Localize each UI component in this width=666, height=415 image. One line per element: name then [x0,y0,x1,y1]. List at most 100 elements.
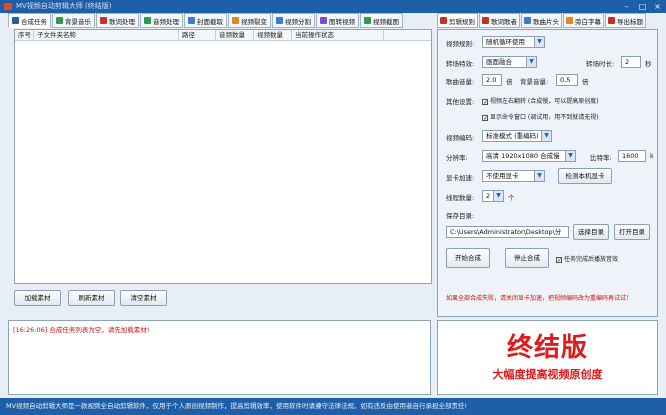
tab-8[interactable]: 图转视频 [316,13,359,28]
tab-6[interactable]: 视频裂变 [228,13,271,28]
settings-tab-label: 歌词歌者 [491,17,517,26]
export-icon [608,17,615,24]
log-panel: [16:26:06] 合成任务列表为空，请先加载素材! [8,320,431,395]
tab-label: 视频裂变 [241,17,267,26]
tab-2[interactable]: 背景音乐 [52,13,95,28]
play-icon [12,17,19,24]
checkbox-icon: ✓ [482,114,489,122]
split-icon [276,17,283,24]
bg-volume-input[interactable]: 0.5 [556,74,578,86]
task-table[interactable]: 序号 子文件夹名称 路径 音频数量 视频数量 当前操作状态 [14,29,432,284]
encoding-value: 标准模式 (重编码) [486,132,539,140]
gpu-warning-text: 如果全部合成失败，请关闭显卡加速，把视频编码改为重编码再试试！ [446,295,633,302]
bg-volume-unit: 倍 [582,78,589,86]
tab-label: 音频处理 [153,17,179,26]
maximize-icon[interactable]: □ [635,0,650,13]
gpu-select[interactable]: 不使用显卡 ▼ [482,170,545,182]
screenshot-icon [364,17,371,24]
tab-5[interactable]: 封面截取 [184,13,227,28]
song-volume-label: 歌曲音量: [446,78,475,86]
transition-select[interactable]: 画面融合 ▼ [482,56,537,68]
mirror-option-label: 视频左右翻转 (合成慢，可以提高原创度) [490,98,599,105]
clip-rule-label: 视频规则: [446,40,475,48]
clear-material-button[interactable]: 清空素材 [120,290,167,306]
checkbox-icon: ✓ [482,98,489,106]
settings-tab-label: 旁白字幕 [575,17,601,26]
play-sound-checkbox[interactable]: ✓ 任务完成后播放音效 [556,254,618,263]
tab-7[interactable]: 视频分割 [272,13,315,28]
app-icon [4,3,12,10]
song-volume-unit: 倍 [506,78,513,86]
close-icon[interactable]: × [650,0,665,13]
intro-icon [524,17,531,24]
encoding-select[interactable]: 标准模式 (重编码) ▼ [482,130,552,142]
tab-4[interactable]: 音频处理 [140,13,183,28]
refresh-material-button[interactable]: 刷新素材 [68,290,115,306]
music-icon [56,17,63,24]
load-material-button[interactable]: 加载素材 [14,290,61,306]
resolution-select[interactable]: 高清 1920x1080 合成慢 ▼ [482,150,576,162]
window-title: MV视频自动剪辑大师 (终结版) [16,2,112,10]
open-dir-button[interactable]: 打开目录 [614,224,650,240]
lyrics-icon [100,17,107,24]
rule-icon [440,17,447,24]
transition-duration-label: 转场时长: [586,60,615,68]
table-header: 序号 子文件夹名称 路径 音频数量 视频数量 当前操作状态 [15,30,431,41]
settings-tab-label: 导出标题 [617,17,643,26]
column-header[interactable]: 序号 [15,30,34,40]
status-text: MV视频自动剪辑大师是一款视频全自动剪辑软件，仅用于个人原创视频制作，提高剪辑效… [6,402,468,410]
bg-volume-label: 背景音量: [520,78,549,86]
threads-unit: 个 [508,194,515,202]
main-toolbar: 合成任务 背景音乐 歌词处理 音频处理 封面截取 视频裂变 视频分割 图转视频 视频截图 [8,13,432,29]
bitrate-label: 比特率: [590,154,612,162]
settings-tabs: 剪辑规则 歌词歌者 歌曲片头 旁白字幕 导出标题 [437,13,658,29]
transition-duration-input[interactable]: 2 [621,56,641,68]
gpu-value: 不使用显卡 [486,172,519,180]
clip-rule-select[interactable]: 随机循环使用 ▼ [482,36,545,48]
chevron-down-icon: ▼ [526,57,536,67]
settings-tab-3[interactable]: 歌曲片头 [521,13,562,28]
choose-dir-button[interactable]: 选择目录 [573,224,609,240]
mirror-checkbox[interactable]: ✓ 视频左右翻转 (合成慢，可以提高原创度) [482,96,599,105]
image-icon [320,17,327,24]
window-titlebar: MV视频自动剪辑大师 (终结版) – □ × [0,0,666,13]
cover-icon [188,17,195,24]
threads-label: 线程数量: [446,194,475,202]
settings-panel: 视频规则: 随机循环使用 ▼ 转场特效: 画面融合 ▼ 转场时长: 2 秒 歌曲音量… [437,29,658,317]
tab-label: 封面截取 [197,17,223,26]
cmd-window-checkbox[interactable]: ✓ 显示命令窗口 (调试用，用不到就请无视) [482,112,599,121]
resolution-label: 分辨率: [446,154,468,162]
chevron-down-icon: ▼ [541,131,551,141]
settings-tab-1[interactable]: 剪辑规则 [437,13,478,28]
tab-9[interactable]: 视频截图 [360,13,403,28]
subtitle-icon [566,17,573,24]
check-gpu-button[interactable]: 检测本机显卡 [558,168,612,184]
play-sound-label: 任务完成后播放音效 [564,256,619,263]
start-compose-button[interactable]: 开始合成 [446,248,490,268]
promo-subtitle: 大幅度提高视频原创度 [492,368,603,381]
column-header[interactable]: 音频数量 [216,30,254,40]
save-dir-input[interactable]: C:\Users\Administrator\Desktop\分 [446,226,569,238]
transition-duration-unit: 秒 [645,60,652,68]
lyrics-icon [482,17,489,24]
settings-tab-5[interactable]: 导出标题 [605,13,646,28]
tab-3[interactable]: 歌词处理 [96,13,139,28]
stop-compose-button[interactable]: 停止合成 [505,248,549,268]
tab-label: 视频截图 [373,17,399,26]
encoding-label: 视频编码: [446,134,475,142]
bitrate-input[interactable]: 1600 [618,150,646,162]
column-header[interactable]: 路径 [179,30,216,40]
settings-tab-2[interactable]: 歌词歌者 [479,13,520,28]
chevron-down-icon: ▼ [534,171,544,181]
column-header[interactable]: 当前操作状态 [292,30,384,40]
gpu-label: 显卡加速: [446,174,475,182]
column-header[interactable]: 视频数量 [254,30,292,40]
settings-tab-4[interactable]: 旁白字幕 [563,13,604,28]
threads-select[interactable]: 2 ▼ [482,190,504,202]
tab-1[interactable]: 合成任务 [8,13,51,28]
song-volume-input[interactable]: 2.0 [482,74,502,86]
minimize-icon[interactable]: – [619,0,634,13]
column-header[interactable]: 子文件夹名称 [34,30,179,40]
cmd-option-label: 显示命令窗口 (调试用，用不到就请无视) [490,114,599,121]
audio-icon [144,17,151,24]
